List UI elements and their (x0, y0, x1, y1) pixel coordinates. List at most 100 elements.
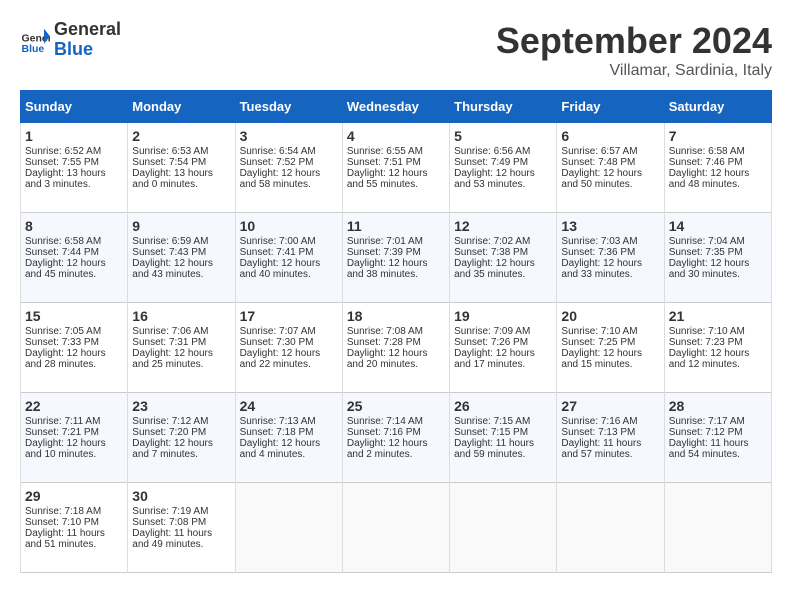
day-number: 17 (240, 308, 338, 324)
sunrise: Sunrise: 6:56 AM (454, 146, 530, 157)
calendar-cell (342, 483, 449, 573)
daylight: Daylight: 12 hours and 55 minutes. (347, 168, 428, 190)
daylight: Daylight: 12 hours and 10 minutes. (25, 438, 106, 460)
daylight: Daylight: 12 hours and 43 minutes. (132, 258, 213, 280)
sunrise: Sunrise: 7:13 AM (240, 416, 316, 427)
page-header: General Blue General Blue September 2024… (20, 20, 772, 80)
sunset: Sunset: 7:49 PM (454, 157, 528, 168)
sunrise: Sunrise: 7:00 AM (240, 236, 316, 247)
sunrise: Sunrise: 7:12 AM (132, 416, 208, 427)
sunrise: Sunrise: 7:18 AM (25, 506, 101, 517)
svg-text:Blue: Blue (22, 43, 45, 55)
calendar-cell: 11Sunrise: 7:01 AMSunset: 7:39 PMDayligh… (342, 213, 449, 303)
calendar-cell: 16Sunrise: 7:06 AMSunset: 7:31 PMDayligh… (128, 303, 235, 393)
sunrise: Sunrise: 7:17 AM (669, 416, 745, 427)
logo: General Blue General Blue (20, 20, 121, 60)
sunrise: Sunrise: 6:59 AM (132, 236, 208, 247)
calendar-cell: 10Sunrise: 7:00 AMSunset: 7:41 PMDayligh… (235, 213, 342, 303)
sunrise: Sunrise: 7:08 AM (347, 326, 423, 337)
calendar-table: SundayMondayTuesdayWednesdayThursdayFrid… (20, 90, 772, 573)
calendar-cell (557, 483, 664, 573)
day-number: 9 (132, 218, 230, 234)
daylight: Daylight: 12 hours and 22 minutes. (240, 348, 321, 370)
sunset: Sunset: 7:13 PM (561, 427, 635, 438)
calendar-cell: 23Sunrise: 7:12 AMSunset: 7:20 PMDayligh… (128, 393, 235, 483)
calendar-week-row: 8Sunrise: 6:58 AMSunset: 7:44 PMDaylight… (21, 213, 772, 303)
sunrise: Sunrise: 7:03 AM (561, 236, 637, 247)
calendar-cell: 12Sunrise: 7:02 AMSunset: 7:38 PMDayligh… (450, 213, 557, 303)
sunset: Sunset: 7:48 PM (561, 157, 635, 168)
sunset: Sunset: 7:23 PM (669, 337, 743, 348)
day-number: 7 (669, 128, 767, 144)
header-sunday: Sunday (21, 91, 128, 123)
daylight: Daylight: 12 hours and 20 minutes. (347, 348, 428, 370)
calendar-cell (664, 483, 771, 573)
logo-blue: Blue (54, 40, 121, 60)
sunset: Sunset: 7:55 PM (25, 157, 99, 168)
daylight: Daylight: 12 hours and 25 minutes. (132, 348, 213, 370)
sunrise: Sunrise: 6:58 AM (669, 146, 745, 157)
calendar-week-row: 1Sunrise: 6:52 AMSunset: 7:55 PMDaylight… (21, 123, 772, 213)
sunrise: Sunrise: 7:11 AM (25, 416, 100, 427)
day-number: 15 (25, 308, 123, 324)
day-number: 4 (347, 128, 445, 144)
header-thursday: Thursday (450, 91, 557, 123)
sunrise: Sunrise: 7:04 AM (669, 236, 745, 247)
calendar-week-row: 15Sunrise: 7:05 AMSunset: 7:33 PMDayligh… (21, 303, 772, 393)
calendar-cell (450, 483, 557, 573)
sunrise: Sunrise: 7:16 AM (561, 416, 637, 427)
day-number: 2 (132, 128, 230, 144)
sunset: Sunset: 7:28 PM (347, 337, 421, 348)
day-number: 21 (669, 308, 767, 324)
calendar-cell: 25Sunrise: 7:14 AMSunset: 7:16 PMDayligh… (342, 393, 449, 483)
sunset: Sunset: 7:15 PM (454, 427, 528, 438)
calendar-cell (235, 483, 342, 573)
header-wednesday: Wednesday (342, 91, 449, 123)
sunset: Sunset: 7:16 PM (347, 427, 421, 438)
logo-general: General (54, 20, 121, 40)
day-number: 8 (25, 218, 123, 234)
calendar-cell: 6Sunrise: 6:57 AMSunset: 7:48 PMDaylight… (557, 123, 664, 213)
header-monday: Monday (128, 91, 235, 123)
sunset: Sunset: 7:44 PM (25, 247, 99, 258)
calendar-header-row: SundayMondayTuesdayWednesdayThursdayFrid… (21, 91, 772, 123)
sunset: Sunset: 7:12 PM (669, 427, 743, 438)
day-number: 30 (132, 488, 230, 504)
calendar-cell: 17Sunrise: 7:07 AMSunset: 7:30 PMDayligh… (235, 303, 342, 393)
daylight: Daylight: 12 hours and 33 minutes. (561, 258, 642, 280)
calendar-cell: 24Sunrise: 7:13 AMSunset: 7:18 PMDayligh… (235, 393, 342, 483)
sunset: Sunset: 7:41 PM (240, 247, 314, 258)
daylight: Daylight: 11 hours and 54 minutes. (669, 438, 749, 460)
calendar-cell: 14Sunrise: 7:04 AMSunset: 7:35 PMDayligh… (664, 213, 771, 303)
sunset: Sunset: 7:31 PM (132, 337, 206, 348)
day-number: 22 (25, 398, 123, 414)
day-number: 13 (561, 218, 659, 234)
header-saturday: Saturday (664, 91, 771, 123)
calendar-cell: 26Sunrise: 7:15 AMSunset: 7:15 PMDayligh… (450, 393, 557, 483)
day-number: 23 (132, 398, 230, 414)
calendar-cell: 2Sunrise: 6:53 AMSunset: 7:54 PMDaylight… (128, 123, 235, 213)
daylight: Daylight: 12 hours and 48 minutes. (669, 168, 750, 190)
daylight: Daylight: 12 hours and 30 minutes. (669, 258, 750, 280)
month-title: September 2024 (496, 20, 772, 62)
daylight: Daylight: 12 hours and 7 minutes. (132, 438, 213, 460)
sunrise: Sunrise: 7:01 AM (347, 236, 423, 247)
title-block: September 2024 Villamar, Sardinia, Italy (496, 20, 772, 80)
day-number: 5 (454, 128, 552, 144)
daylight: Daylight: 12 hours and 2 minutes. (347, 438, 428, 460)
daylight: Daylight: 12 hours and 4 minutes. (240, 438, 321, 460)
sunrise: Sunrise: 7:06 AM (132, 326, 208, 337)
day-number: 3 (240, 128, 338, 144)
day-number: 1 (25, 128, 123, 144)
day-number: 29 (25, 488, 123, 504)
calendar-cell: 13Sunrise: 7:03 AMSunset: 7:36 PMDayligh… (557, 213, 664, 303)
daylight: Daylight: 12 hours and 15 minutes. (561, 348, 642, 370)
daylight: Daylight: 13 hours and 0 minutes. (132, 168, 213, 190)
sunset: Sunset: 7:43 PM (132, 247, 206, 258)
daylight: Daylight: 11 hours and 59 minutes. (454, 438, 534, 460)
sunset: Sunset: 7:26 PM (454, 337, 528, 348)
day-number: 24 (240, 398, 338, 414)
daylight: Daylight: 11 hours and 49 minutes. (132, 528, 212, 550)
sunset: Sunset: 7:33 PM (25, 337, 99, 348)
calendar-cell: 8Sunrise: 6:58 AMSunset: 7:44 PMDaylight… (21, 213, 128, 303)
